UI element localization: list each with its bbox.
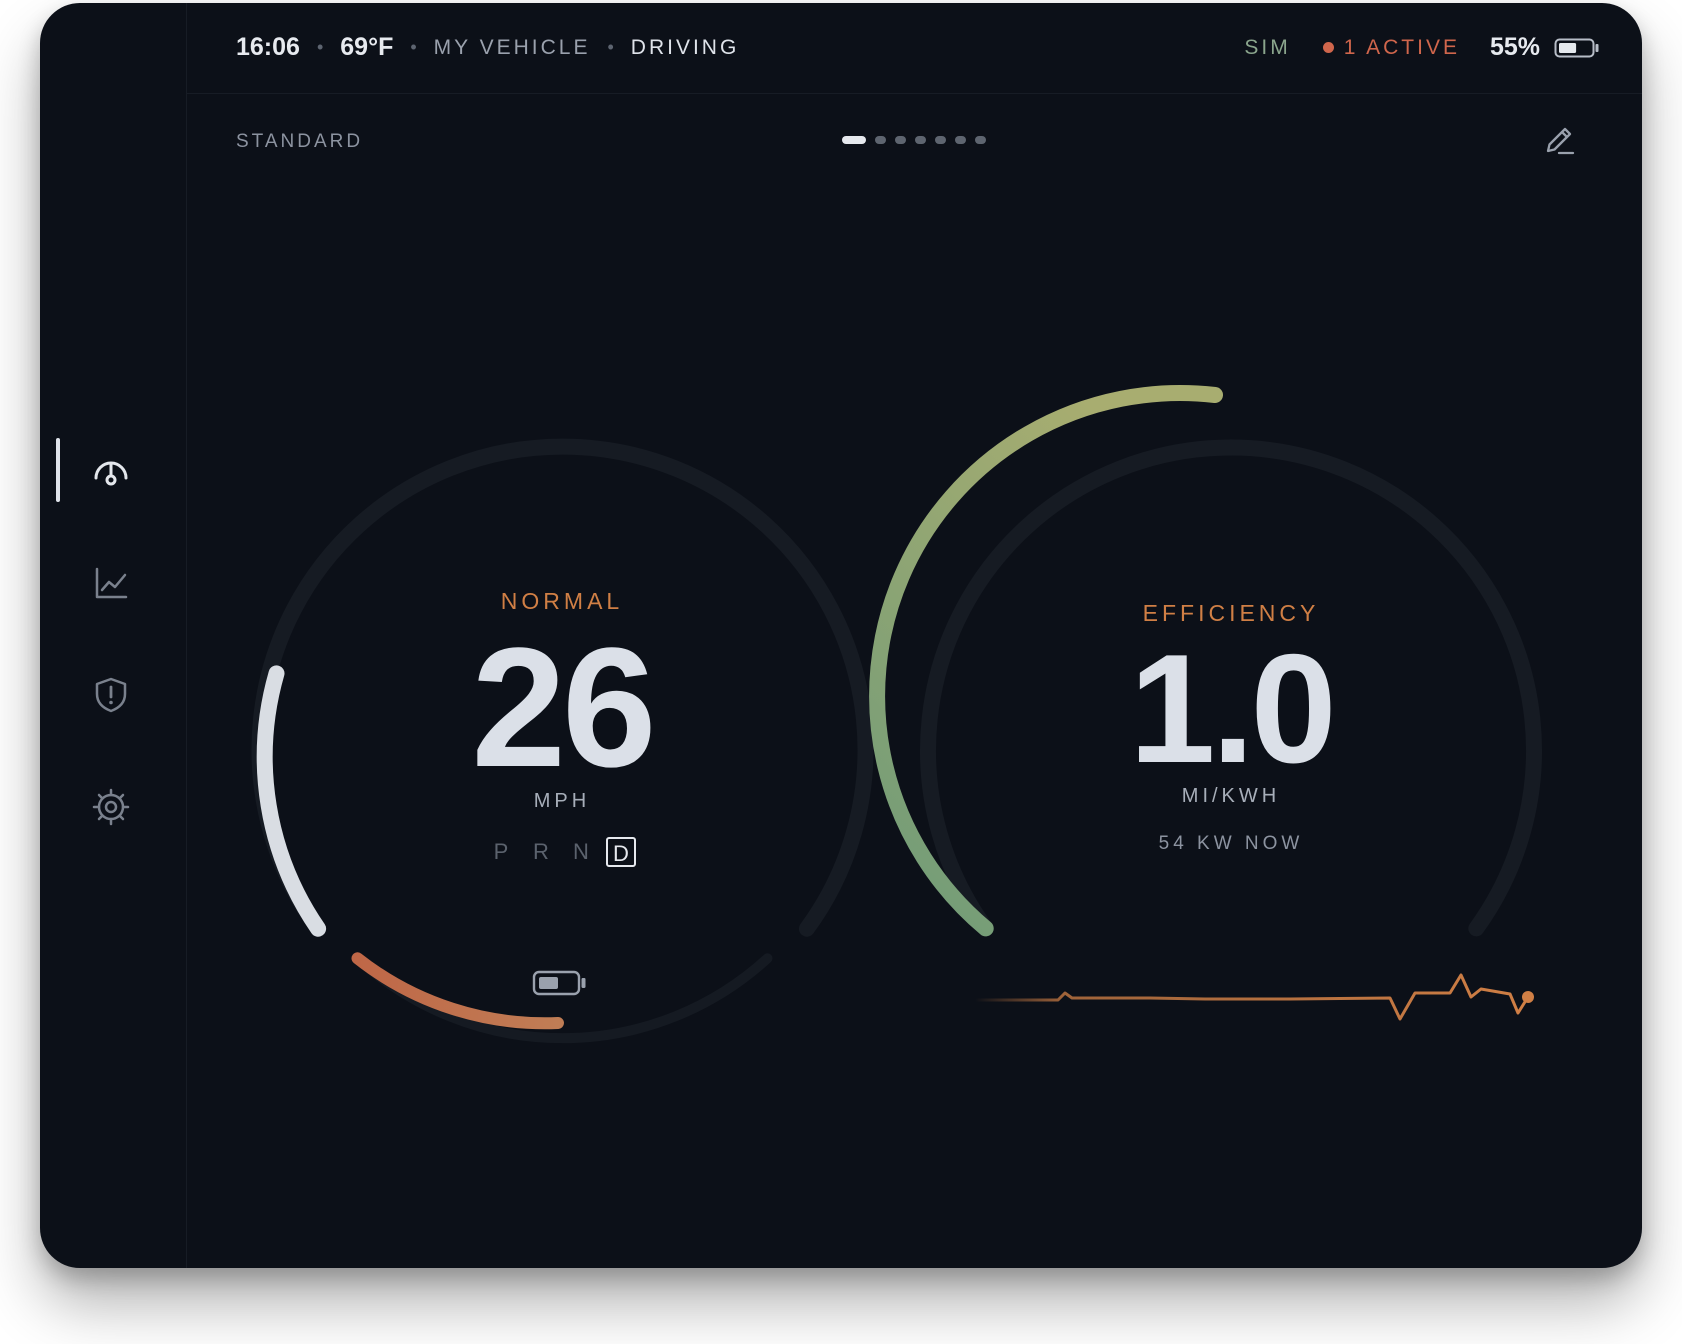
speed-value: 26 — [471, 613, 656, 803]
speed-arc-fill — [256, 665, 327, 937]
dashboard-screen: 16:06 • 69°F • MY VEHICLE • DRIVING SIM … — [40, 3, 1642, 1268]
gear-d[interactable]: D — [606, 837, 636, 867]
gear-r[interactable]: R — [526, 837, 556, 867]
power-trend-marker — [1522, 991, 1534, 1003]
battery-arc-fill — [351, 952, 564, 1030]
power-trend-line — [975, 973, 1530, 1021]
power-readout: 54 KW NOW — [1158, 833, 1304, 854]
efficiency-unit: MI/KWH — [1181, 785, 1281, 807]
speed-unit: MPH — [533, 790, 591, 812]
drive-mode: NORMAL — [500, 588, 624, 614]
gear-n[interactable]: N — [566, 837, 596, 867]
gear-p[interactable]: P — [486, 837, 516, 867]
gear-selector[interactable]: PRND — [481, 837, 641, 867]
battery-icon — [532, 970, 586, 996]
efficiency-value: 1.0 — [1129, 622, 1336, 795]
